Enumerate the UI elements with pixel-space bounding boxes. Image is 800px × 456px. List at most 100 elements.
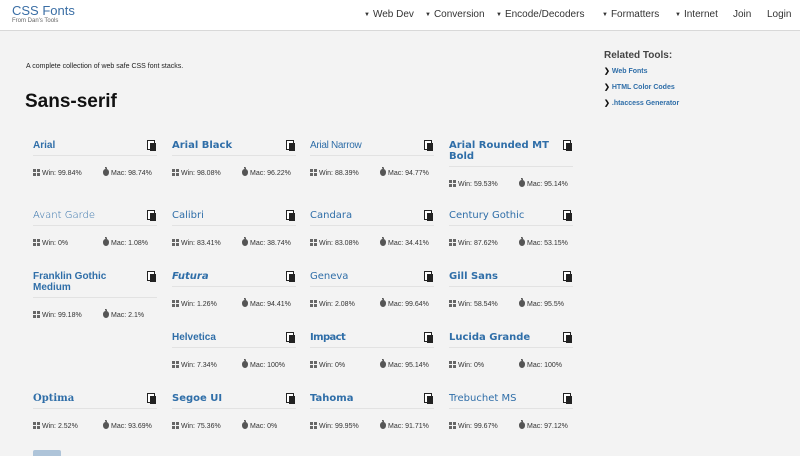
chevron-right-icon: ❯ (604, 84, 610, 91)
copy-icon[interactable] (424, 140, 434, 151)
next-font-card-cutoff (33, 450, 61, 456)
mac-usage: Mac: 98.74% (103, 167, 152, 177)
windows-icon (449, 300, 456, 307)
apple-icon (103, 309, 109, 318)
font-name[interactable]: Optima (33, 393, 157, 404)
font-card-geneva: Geneva Win: 2.08% Mac: 99.64% (310, 271, 434, 309)
nav-join[interactable]: Join (733, 9, 751, 20)
font-card-lucida-grande: Lucida Grande Win: 0% Mac: 100% (449, 332, 573, 370)
win-usage: Win: 87.62% (449, 239, 498, 247)
windows-icon (172, 361, 179, 368)
related-link-htaccess-generator[interactable]: ❯ .htaccess Generator (604, 99, 794, 107)
copy-icon[interactable] (147, 210, 157, 221)
win-usage: Win: 99.84% (33, 169, 82, 177)
win-usage: Win: 1.26% (172, 300, 217, 308)
font-card-futura: Futura Win: 1.26% Mac: 94.41% (172, 271, 296, 309)
win-usage: Win: 98.08% (172, 169, 221, 177)
font-name[interactable]: Arial Black (172, 140, 296, 151)
font-card-impact: Impact Win: 0% Mac: 95.14% (310, 332, 434, 370)
nav-formatters[interactable]: ▼ Formatters (602, 9, 659, 20)
font-name[interactable]: Arial Rounded MT Bold (449, 140, 573, 162)
copy-icon[interactable] (563, 271, 573, 282)
nav-web-dev[interactable]: ▼ Web Dev (364, 9, 414, 20)
font-name[interactable]: Franklin Gothic Medium (33, 271, 157, 293)
mac-usage: Mac: 95.14% (380, 359, 429, 369)
win-usage: Win: 99.18% (33, 311, 82, 319)
apple-icon (519, 237, 525, 246)
win-usage: Win: 0% (33, 239, 68, 247)
related-link-label[interactable]: HTML Color Codes (612, 84, 675, 91)
font-name[interactable]: Calibri (172, 210, 296, 221)
copy-icon[interactable] (424, 332, 434, 343)
font-name[interactable]: Geneva (310, 271, 434, 282)
copy-icon[interactable] (424, 393, 434, 404)
font-name[interactable]: Trebuchet MS (449, 393, 573, 404)
copy-icon[interactable] (424, 271, 434, 282)
copy-icon[interactable] (286, 271, 296, 282)
font-name[interactable]: Futura (172, 271, 296, 282)
font-name[interactable]: Segoe UI (172, 393, 296, 404)
related-link-html-color-codes[interactable]: ❯ HTML Color Codes (604, 83, 794, 91)
chevron-right-icon: ❯ (604, 100, 610, 107)
apple-icon (103, 420, 109, 429)
copy-icon[interactable] (147, 393, 157, 404)
font-name[interactable]: Candara (310, 210, 434, 221)
mac-usage: Mac: 53.15% (519, 237, 568, 247)
windows-icon (33, 311, 40, 318)
nav-login[interactable]: Login (767, 9, 791, 20)
nav-encode-decoders[interactable]: ▼ Encode/Decoders (496, 9, 584, 20)
copy-icon[interactable] (563, 210, 573, 221)
nav-label: Internet (683, 9, 718, 20)
apple-icon (242, 237, 248, 246)
font-name[interactable]: Tahoma (310, 393, 434, 404)
copy-icon[interactable] (286, 140, 296, 151)
copy-icon[interactable] (147, 140, 157, 151)
copy-icon[interactable] (563, 332, 573, 343)
copy-icon[interactable] (147, 271, 157, 282)
apple-icon (519, 298, 525, 307)
font-name[interactable]: Century Gothic (449, 210, 573, 221)
font-card-trebuchet: Trebuchet MS Win: 99.67% Mac: 97.12% (449, 393, 573, 431)
chevron-right-icon: ❯ (604, 68, 610, 75)
nav-label: Formatters (610, 9, 660, 20)
apple-icon (380, 420, 386, 429)
win-usage: Win: 0% (310, 361, 345, 369)
font-name[interactable]: Impact (310, 332, 434, 343)
windows-icon (172, 422, 179, 429)
nav-internet[interactable]: ▼ Internet (675, 9, 718, 20)
mac-usage: Mac: 91.71% (380, 420, 429, 430)
copy-icon[interactable] (424, 210, 434, 221)
copy-icon[interactable] (563, 140, 573, 151)
copy-icon[interactable] (286, 210, 296, 221)
brand-subtitle[interactable]: From Dan's Tools (12, 18, 75, 24)
copy-icon[interactable] (286, 393, 296, 404)
related-link-label[interactable]: Web Fonts (612, 68, 648, 75)
related-link-web-fonts[interactable]: ❯ Web Fonts (604, 67, 794, 75)
font-name[interactable]: Lucida Grande (449, 332, 573, 343)
windows-icon (172, 169, 179, 176)
font-name[interactable]: Arial (33, 140, 157, 151)
windows-icon (33, 169, 40, 176)
font-card-helvetica: Helvetica Win: 7.34% Mac: 100% (172, 332, 296, 370)
copy-icon[interactable] (286, 332, 296, 343)
section-heading: Sans-serif (25, 91, 117, 112)
caret-down-icon: ▼ (496, 12, 502, 18)
brand-title[interactable]: CSS Fonts (12, 4, 75, 17)
mac-usage: Mac: 94.41% (242, 298, 291, 308)
caret-down-icon: ▼ (675, 12, 681, 18)
copy-icon[interactable] (563, 393, 573, 404)
font-card-arial-black: Arial Black Win: 98.08% Mac: 96.22% (172, 140, 296, 178)
windows-icon (310, 361, 317, 368)
windows-icon (33, 422, 40, 429)
apple-icon (380, 359, 386, 368)
windows-icon (33, 239, 40, 246)
font-name[interactable]: Avant Garde (33, 210, 157, 221)
related-link-label[interactable]: .htaccess Generator (612, 100, 679, 107)
font-name[interactable]: Helvetica (172, 332, 296, 343)
brand[interactable]: CSS Fonts From Dan's Tools (12, 4, 75, 24)
nav-conversion[interactable]: ▼ Conversion (425, 9, 485, 20)
font-name[interactable]: Gill Sans (449, 271, 573, 282)
mac-usage: Mac: 38.74% (242, 237, 291, 247)
font-name[interactable]: Arial Narrow (310, 140, 434, 151)
caret-down-icon: ▼ (364, 12, 370, 18)
